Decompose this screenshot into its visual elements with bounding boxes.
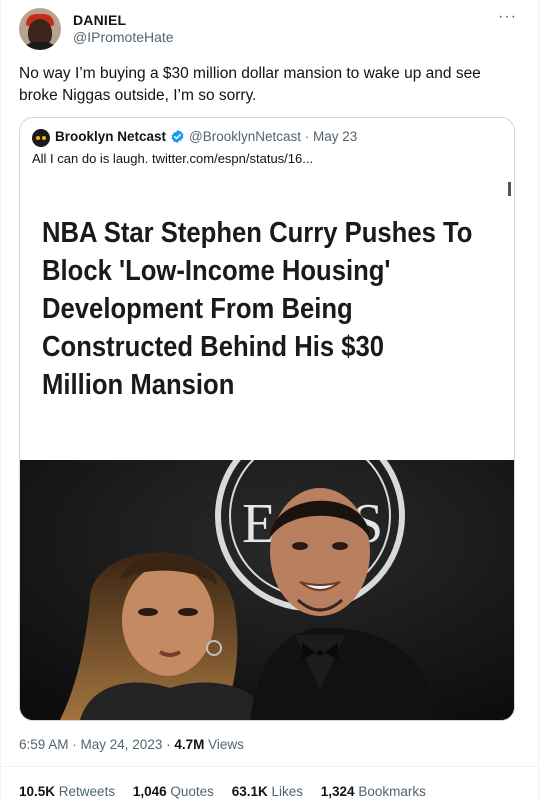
views-label: Views: [208, 737, 244, 752]
divider: [1, 766, 539, 767]
avatar-shirt: [21, 42, 59, 50]
headline-line: Development From Being: [42, 293, 353, 325]
couple-photo: E S: [20, 460, 514, 720]
quoted-display-name[interactable]: Brooklyn Netcast: [55, 129, 166, 144]
stat-retweets[interactable]: 10.5K Retweets: [19, 784, 115, 799]
stat-label: Quotes: [170, 784, 214, 799]
author-display-name[interactable]: DANIEL: [73, 12, 126, 28]
verified-badge-icon: [171, 129, 184, 144]
author-handle[interactable]: @IPromoteHate: [73, 29, 174, 45]
article-headline: NBA Star Stephen Curry Pushes To Block '…: [42, 214, 473, 404]
author-avatar[interactable]: [19, 8, 61, 50]
logo-dot: [42, 136, 46, 140]
stat-count: 1,046: [132, 784, 167, 799]
stat-likes[interactable]: 63.1K Likes: [232, 784, 303, 799]
quoted-avatar[interactable]: [32, 129, 50, 147]
stat-count: 63.1K: [231, 784, 268, 799]
tweet-card: DANIEL @IPromoteHate ··· No way I’m buyi…: [0, 0, 539, 800]
quoted-handle-date[interactable]: @BrooklynNetcast · May 23: [189, 129, 357, 144]
more-options-icon[interactable]: ···: [498, 8, 517, 26]
scroll-indicator: [508, 182, 511, 196]
quoted-tweet[interactable]: Brooklyn Netcast @BrooklynNetcast · May …: [19, 117, 515, 721]
headline-line: Million Mansion: [42, 369, 235, 401]
quoted-text: All I can do is laugh. twitter.com/espn/…: [32, 151, 314, 166]
stat-quotes[interactable]: 1,046 Quotes: [133, 784, 214, 799]
views-count: 4.7M: [174, 737, 205, 752]
stat-bookmarks[interactable]: 1,324 Bookmarks: [321, 784, 426, 799]
headline-line: Block 'Low-Income Housing': [42, 255, 391, 287]
stat-count: 1,324: [320, 784, 355, 799]
tweet-text: No way I’m buying a $30 million dollar m…: [19, 65, 481, 104]
stat-label: Likes: [271, 784, 304, 799]
tweet-stats: 10.5K Retweets 1,046 Quotes 63.1K Likes …: [19, 784, 426, 799]
headline-line: NBA Star Stephen Curry Pushes To: [42, 217, 473, 249]
stat-label: Bookmarks: [358, 784, 426, 799]
stat-count: 10.5K: [19, 784, 56, 799]
woman-face: [122, 564, 214, 676]
article-image[interactable]: NBA Star Stephen Curry Pushes To Block '…: [20, 176, 514, 460]
tweet-timestamp[interactable]: 6:59 AM · May 24, 2023 · 4.7M Views: [19, 737, 244, 752]
logo-dot: [36, 136, 40, 140]
article-photo[interactable]: E S: [20, 460, 514, 720]
stat-label: Retweets: [58, 784, 116, 799]
timestamp-time[interactable]: 6:59 AM · May 24, 2023 ·: [19, 737, 174, 752]
headline-line: Constructed Behind His $30: [42, 331, 385, 363]
